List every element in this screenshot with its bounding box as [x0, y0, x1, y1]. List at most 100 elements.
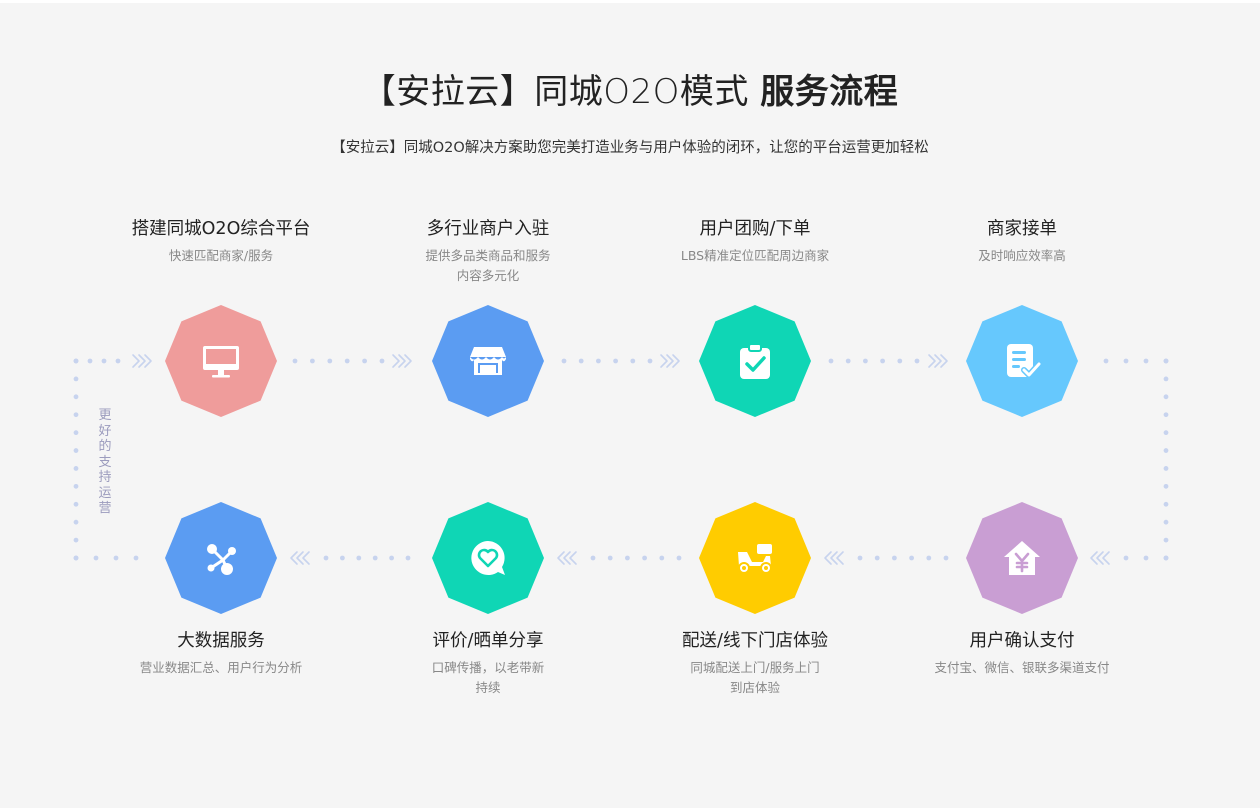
step-description: 口碑传播，以老带新 持续 [431, 660, 545, 695]
connector-dot [857, 555, 863, 561]
connector-dot [344, 358, 350, 364]
connector-dot [590, 555, 596, 561]
store-icon [468, 341, 508, 381]
document-check-icon [1002, 341, 1042, 381]
step-title: 商家接单 [987, 219, 1057, 239]
step-merchant-accept: 商家接单 及时响应效率高 [902, 218, 1142, 266]
step-node-merchant-accept [966, 305, 1078, 417]
monitor-icon [201, 341, 241, 381]
connector-dot [1163, 519, 1169, 525]
connector-dot [1163, 394, 1169, 400]
step-node-payment [966, 502, 1078, 614]
step-title: 多行业商户入驻 [426, 219, 550, 239]
heart-chat-icon [468, 538, 508, 578]
connector-dot [909, 555, 914, 561]
connector-dot [73, 483, 79, 489]
network-icon [201, 538, 241, 578]
step-description: LBS精准定位匹配周边商家 [680, 248, 830, 263]
step-title: 搭建同城O2O综合平台 [131, 219, 311, 239]
connector-dot [914, 358, 920, 364]
step-description: 同城配送上门/服务上门 到店体验 [690, 660, 820, 695]
connector-dot [880, 358, 885, 364]
chevron-left-arrow [557, 551, 577, 565]
step-description: 支付宝、微信、银联多渠道支付 [934, 660, 1110, 675]
connector-dot [596, 358, 601, 364]
connector-dot [926, 555, 932, 561]
connector-dot [892, 555, 897, 561]
step-title: 用户确认支付 [969, 631, 1075, 651]
connector-dot [863, 358, 868, 364]
connector-dot [1163, 501, 1169, 507]
connector-dot [323, 555, 329, 561]
connector-dot [356, 555, 362, 561]
connector-dot [943, 555, 949, 561]
connector-dot [874, 555, 880, 561]
step-title: 大数据服务 [177, 631, 265, 651]
step-build-platform: 搭建同城O2O综合平台 快速匹配商家/服务 [101, 218, 341, 266]
connector-dot [340, 555, 345, 561]
step-review-share: 评价/晒单分享 口碑传播，以老带新 持续 [368, 630, 608, 698]
step-node-build-platform [165, 305, 277, 417]
house-yuan-icon [1002, 538, 1042, 578]
connector-dot [1163, 412, 1169, 418]
step-user-order: 用户团购/下单 LBS精准定位匹配周边商家 [635, 218, 875, 266]
connector-dot [73, 448, 79, 453]
connector-dot [73, 466, 79, 471]
chevron-right-arrow [132, 354, 152, 368]
connector-dot [1163, 537, 1169, 543]
connector-dot [73, 555, 79, 561]
connector-dot [630, 358, 636, 364]
step-title: 用户团购/下单 [699, 219, 811, 239]
chevron-left-arrow [1090, 551, 1110, 565]
connector-dot [73, 412, 79, 418]
scooter-icon [735, 538, 775, 578]
step-node-review-share [432, 502, 544, 614]
chevron-right-arrow [392, 354, 412, 368]
step-node-user-order [699, 305, 811, 417]
connector-dot [73, 394, 79, 400]
connector-dot [310, 358, 315, 364]
connector-dot [73, 501, 79, 507]
connector-dot [1163, 376, 1169, 382]
connector-dot [845, 358, 851, 364]
connector-dot [561, 358, 567, 364]
connector-dot [647, 358, 653, 364]
step-description: 营业数据汇总、用户行为分析 [139, 660, 303, 675]
step-node-delivery [699, 502, 811, 614]
connector-dot [101, 358, 107, 364]
connector-dot [87, 358, 93, 364]
chevron-left-arrow [824, 551, 844, 565]
chevron-left-arrow [290, 551, 310, 565]
connector-dot [897, 358, 903, 364]
connector-dot [1143, 358, 1149, 364]
step-title: 评价/晒单分享 [432, 631, 544, 651]
connector-dot [292, 358, 298, 364]
connector-dot [1123, 358, 1129, 364]
connector-dot [362, 358, 367, 364]
connector-dot [73, 537, 79, 543]
connector-dot [133, 555, 139, 561]
connector-dot [625, 555, 630, 561]
connector-dot [389, 555, 394, 561]
connector-dot [659, 555, 665, 561]
connector-dot [1103, 358, 1109, 364]
step-title: 配送/线下门店体验 [682, 631, 828, 651]
connector-dot [828, 358, 834, 364]
connector-dot [1163, 466, 1169, 471]
connector-dot [73, 358, 79, 364]
connector-dot [1163, 430, 1169, 436]
connector-dot [1163, 483, 1169, 489]
step-description: 提供多品类商品和服务 内容多元化 [425, 248, 551, 283]
connector-dot [1163, 358, 1169, 364]
connector-dot [115, 358, 121, 364]
connector-dot [676, 555, 682, 561]
step-node-merchant-onboard [432, 305, 544, 417]
connector-dot [1143, 555, 1149, 561]
connector-dot [613, 358, 618, 364]
connector-dot [1163, 448, 1169, 453]
step-payment: 用户确认支付 支付宝、微信、银联多渠道支付 [902, 630, 1142, 678]
connector-dot [1163, 555, 1169, 561]
connector-dot [405, 555, 411, 561]
connector-dot [1123, 555, 1129, 561]
connector-dot [93, 555, 99, 561]
